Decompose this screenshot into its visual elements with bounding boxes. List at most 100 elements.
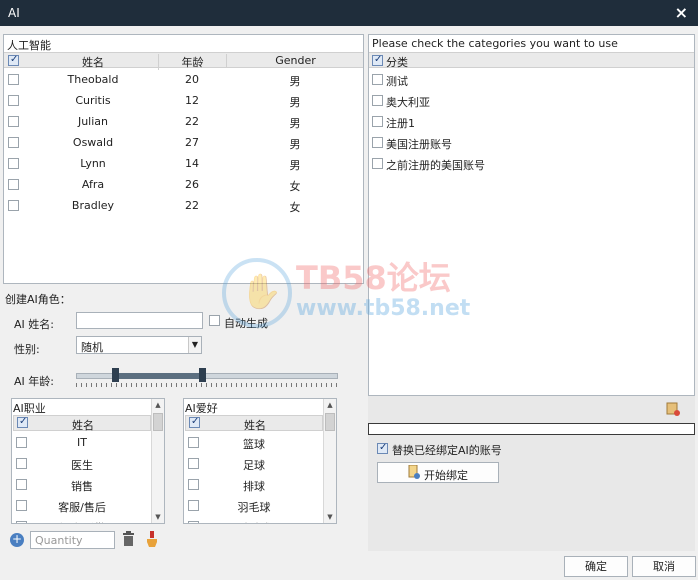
ai-name-input[interactable] [76, 312, 203, 329]
item-label: 客服/售后 [58, 501, 106, 514]
age-slider-high-handle[interactable] [198, 368, 206, 382]
scroll-up-icon[interactable]: ▲ [324, 399, 336, 411]
list-item[interactable]: 足球 [185, 453, 323, 474]
ok-button[interactable]: 确定 [564, 556, 628, 577]
table-row[interactable]: Curitis 12 男 [4, 90, 363, 111]
brush-icon[interactable] [145, 531, 159, 547]
column-name[interactable]: 姓名 [34, 54, 152, 70]
list-item[interactable]: 医生 [13, 453, 151, 474]
cell-name: Oswald [72, 136, 114, 149]
row-checkbox[interactable] [8, 200, 19, 211]
cell-gender: 男 [289, 96, 301, 109]
column-age[interactable]: 年龄 [158, 54, 226, 70]
row-checkbox[interactable] [8, 116, 19, 127]
row-checkbox[interactable] [8, 74, 19, 85]
binding-progress-bar [368, 423, 695, 435]
list-item[interactable]: 客服/售后 [13, 495, 151, 516]
category-checkbox[interactable] [372, 95, 383, 106]
profession-scrollbar[interactable]: ▲ ▼ [151, 399, 164, 523]
category-checkbox[interactable] [372, 158, 383, 169]
start-binding-button[interactable]: 开始绑定 [377, 462, 499, 483]
trash-icon[interactable] [122, 531, 135, 547]
table-row[interactable]: Oswald 27 男 [4, 132, 363, 153]
cell-name: Theobald [67, 73, 119, 86]
list-item[interactable]: 美国注册账号 [369, 132, 694, 153]
settings-icon[interactable] [666, 402, 680, 416]
table-row[interactable]: Lynn 14 男 [4, 153, 363, 174]
cell-name: Afra [81, 178, 105, 191]
scroll-thumb[interactable] [153, 413, 163, 431]
categories-panel-title: Please check the categories you want to … [372, 37, 618, 50]
row-checkbox[interactable] [8, 137, 19, 148]
table-row[interactable]: Theobald 20 男 [4, 69, 363, 90]
row-checkbox[interactable] [8, 95, 19, 106]
age-slider-low-handle[interactable] [112, 368, 120, 382]
age-label: AI 年龄: [14, 375, 54, 388]
item-label: 医生 [71, 459, 93, 472]
quantity-input[interactable]: Quantity [30, 531, 115, 549]
table-row[interactable]: Julian 22 男 [4, 111, 363, 132]
title-bar: AI × [0, 0, 698, 26]
replace-bound-checkbox[interactable] [377, 442, 388, 454]
auto-generate-checkbox[interactable] [209, 315, 220, 326]
categories-header-label: 分类 [386, 56, 408, 69]
category-checkbox[interactable] [372, 137, 383, 148]
list-item[interactable]: 测试 [369, 69, 694, 90]
list-item[interactable]: 羽毛球 [185, 495, 323, 516]
close-icon[interactable]: × [675, 3, 688, 22]
hobby-list-header: 姓名 [185, 415, 323, 432]
hobby-scrollbar[interactable]: ▲ ▼ [323, 399, 336, 523]
cancel-button[interactable]: 取消 [632, 556, 696, 577]
gender-select-value: 随机 [81, 341, 103, 354]
table-row[interactable]: Bradley 22 女 [4, 195, 363, 216]
category-checkbox[interactable] [372, 116, 383, 127]
people-panel: 人工智能 姓名 年龄 Gender Theobald20男Curitis12男J… [3, 34, 364, 284]
list-item[interactable]: IT [13, 432, 151, 453]
profession-header-label: 姓名 [72, 419, 94, 432]
scroll-down-icon[interactable]: ▼ [324, 511, 336, 523]
row-checkbox[interactable] [8, 179, 19, 190]
profession-list: AI职业 姓名 IT 医生销售客服/售后行政/后勤 ▲ ▼ [11, 398, 165, 524]
list-item[interactable]: 奥大利亚 [369, 90, 694, 111]
list-item[interactable]: 销售 [13, 474, 151, 495]
watermark-url: www.tb58.net [296, 296, 471, 321]
list-item[interactable]: 排球 [185, 474, 323, 495]
category-label: 美国注册账号 [386, 138, 452, 151]
table-row[interactable]: Afra 26 女 [4, 174, 363, 195]
gender-select[interactable]: 随机 ▼ [76, 336, 202, 354]
categories-select-all-checkbox[interactable] [372, 54, 383, 66]
gender-label: 性别: [14, 343, 40, 356]
quantity-placeholder: Quantity [35, 534, 83, 547]
select-all-checkbox[interactable] [8, 54, 19, 66]
cell-name: Lynn [80, 157, 106, 170]
cell-age: 22 [185, 199, 199, 212]
item-label: 行政/后勤 [13, 520, 151, 523]
cell-age: 14 [185, 157, 199, 170]
list-item[interactable]: 注册1 [369, 111, 694, 132]
row-checkbox[interactable] [8, 158, 19, 169]
scroll-thumb[interactable] [325, 413, 335, 431]
list-item[interactable]: 篮球 [185, 432, 323, 453]
window-title: AI [8, 6, 20, 20]
categories-panel: Please check the categories you want to … [368, 34, 695, 396]
hobby-header-label: 姓名 [244, 419, 266, 432]
column-gender[interactable]: Gender [226, 54, 364, 67]
list-item[interactable]: 之前注册的美国账号 [369, 153, 694, 174]
item-label: IT [77, 436, 87, 449]
cell-gender: 女 [289, 180, 301, 193]
item-label: 排球 [243, 480, 265, 493]
category-checkbox[interactable] [372, 74, 383, 85]
cell-age: 20 [185, 73, 199, 86]
item-label: 乒乓球 [185, 520, 323, 523]
cell-gender: 男 [289, 117, 301, 130]
item-label: 足球 [243, 459, 265, 472]
cell-name: Bradley [71, 199, 115, 212]
chevron-down-icon[interactable]: ▼ [188, 337, 201, 353]
scroll-up-icon[interactable]: ▲ [152, 399, 164, 411]
add-icon[interactable]: + [10, 533, 24, 547]
scroll-down-icon[interactable]: ▼ [152, 511, 164, 523]
list-item[interactable]: 行政/后勤 [13, 516, 151, 523]
list-item[interactable]: 乒乓球 [185, 516, 323, 523]
cell-gender: 女 [289, 201, 301, 214]
hobby-list: AI爱好 姓名 篮球足球排球羽毛球乒乓球 ▲ ▼ [183, 398, 337, 524]
